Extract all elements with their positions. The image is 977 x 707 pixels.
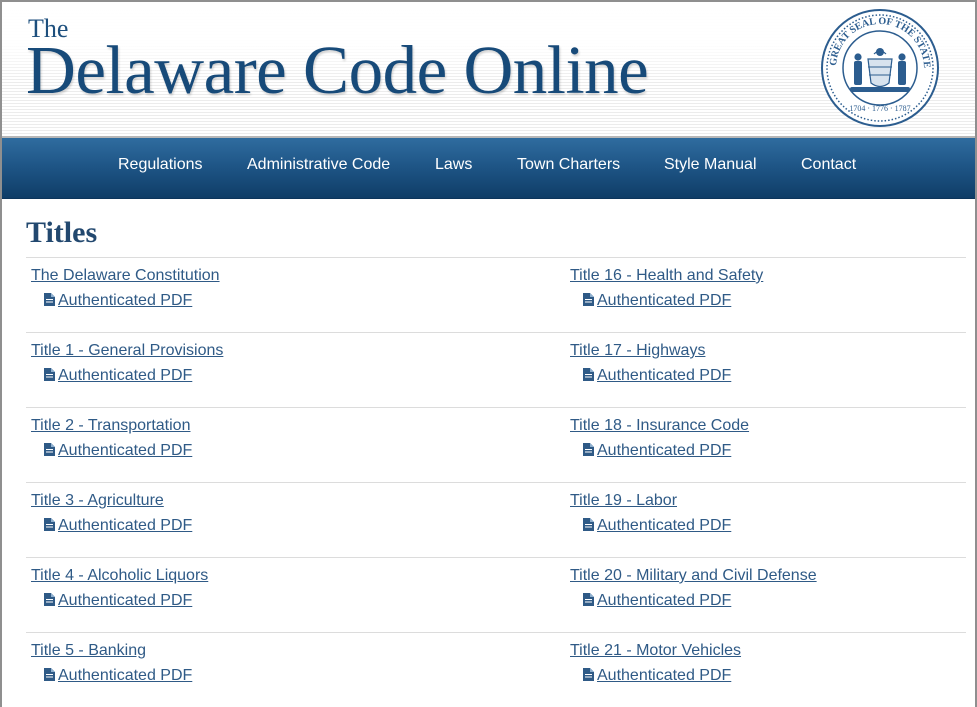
row-divider	[26, 407, 966, 408]
authenticated-pdf-link[interactable]: Authenticated PDF	[583, 518, 731, 534]
file-icon	[583, 518, 594, 531]
delaware-state-seal-icon: GREAT SEAL OF THE STATE OF DELAWARE 1704…	[819, 7, 939, 127]
title-link[interactable]: Title 2 - Transportation	[31, 418, 190, 434]
nav-item-town-charters[interactable]: Town Charters	[517, 157, 620, 173]
title-link[interactable]: Title 5 - Banking	[31, 643, 146, 659]
authenticated-pdf-link[interactable]: Authenticated PDF	[44, 368, 192, 384]
authenticated-pdf-link[interactable]: Authenticated PDF	[44, 293, 192, 309]
seal-bottom-text: 1704 · 1776 · 1787	[849, 104, 910, 113]
page-title: Titles	[26, 216, 98, 249]
row-divider	[26, 482, 966, 483]
authenticated-pdf-label: Authenticated PDF	[597, 367, 732, 384]
nav-item-administrative-code[interactable]: Administrative Code	[247, 157, 390, 173]
authenticated-pdf-label: Authenticated PDF	[597, 667, 732, 684]
file-icon	[44, 668, 55, 681]
nav-item-contact[interactable]: Contact	[801, 157, 856, 173]
authenticated-pdf-label: Authenticated PDF	[597, 442, 732, 459]
authenticated-pdf-link[interactable]: Authenticated PDF	[44, 593, 192, 609]
file-icon	[44, 368, 55, 381]
title-link[interactable]: Title 4 - Alcoholic Liquors	[31, 568, 208, 584]
file-icon	[583, 368, 594, 381]
title-link[interactable]: Title 1 - General Provisions	[31, 343, 223, 359]
authenticated-pdf-label: Authenticated PDF	[597, 292, 732, 309]
titles-content: Titles The Delaware Constitution Authent…	[2, 199, 975, 706]
main-navigation: Regulations Administrative Code Laws Tow…	[2, 138, 975, 199]
file-icon	[583, 668, 594, 681]
site-title[interactable]: Delaware Code Online	[26, 36, 649, 105]
authenticated-pdf-label: Authenticated PDF	[58, 592, 193, 609]
title-link[interactable]: Title 17 - Highways	[570, 343, 705, 359]
authenticated-pdf-label: Authenticated PDF	[58, 442, 193, 459]
authenticated-pdf-label: Authenticated PDF	[58, 367, 193, 384]
title-link[interactable]: Title 18 - Insurance Code	[570, 418, 749, 434]
row-divider	[26, 632, 966, 633]
row-divider	[26, 332, 966, 333]
title-link[interactable]: Title 21 - Motor Vehicles	[570, 643, 741, 659]
file-icon	[44, 518, 55, 531]
authenticated-pdf-link[interactable]: Authenticated PDF	[44, 518, 192, 534]
file-icon	[44, 443, 55, 456]
authenticated-pdf-link[interactable]: Authenticated PDF	[44, 443, 192, 459]
authenticated-pdf-link[interactable]: Authenticated PDF	[583, 668, 731, 684]
nav-item-style-manual[interactable]: Style Manual	[664, 157, 757, 173]
browser-window-frame: The Delaware Code Online GREAT SEAL OF T…	[0, 0, 977, 707]
title-link[interactable]: Title 19 - Labor	[570, 493, 677, 509]
file-icon	[583, 443, 594, 456]
row-divider	[26, 257, 966, 258]
authenticated-pdf-label: Authenticated PDF	[597, 517, 732, 534]
authenticated-pdf-label: Authenticated PDF	[58, 667, 193, 684]
authenticated-pdf-link[interactable]: Authenticated PDF	[583, 593, 731, 609]
authenticated-pdf-link[interactable]: Authenticated PDF	[583, 443, 731, 459]
title-link[interactable]: Title 20 - Military and Civil Defense	[570, 568, 817, 584]
authenticated-pdf-label: Authenticated PDF	[58, 517, 193, 534]
file-icon	[583, 293, 594, 306]
authenticated-pdf-link[interactable]: Authenticated PDF	[583, 293, 731, 309]
title-link[interactable]: The Delaware Constitution	[31, 268, 220, 284]
file-icon	[583, 593, 594, 606]
file-icon	[44, 593, 55, 606]
title-link[interactable]: Title 16 - Health and Safety	[570, 268, 763, 284]
authenticated-pdf-link[interactable]: Authenticated PDF	[44, 668, 192, 684]
authenticated-pdf-link[interactable]: Authenticated PDF	[583, 368, 731, 384]
nav-item-regulations[interactable]: Regulations	[118, 157, 203, 173]
nav-item-laws[interactable]: Laws	[435, 157, 472, 173]
file-icon	[44, 293, 55, 306]
row-divider	[26, 557, 966, 558]
authenticated-pdf-label: Authenticated PDF	[597, 592, 732, 609]
site-header: The Delaware Code Online GREAT SEAL OF T…	[2, 2, 975, 138]
authenticated-pdf-label: Authenticated PDF	[58, 292, 193, 309]
title-link[interactable]: Title 3 - Agriculture	[31, 493, 164, 509]
